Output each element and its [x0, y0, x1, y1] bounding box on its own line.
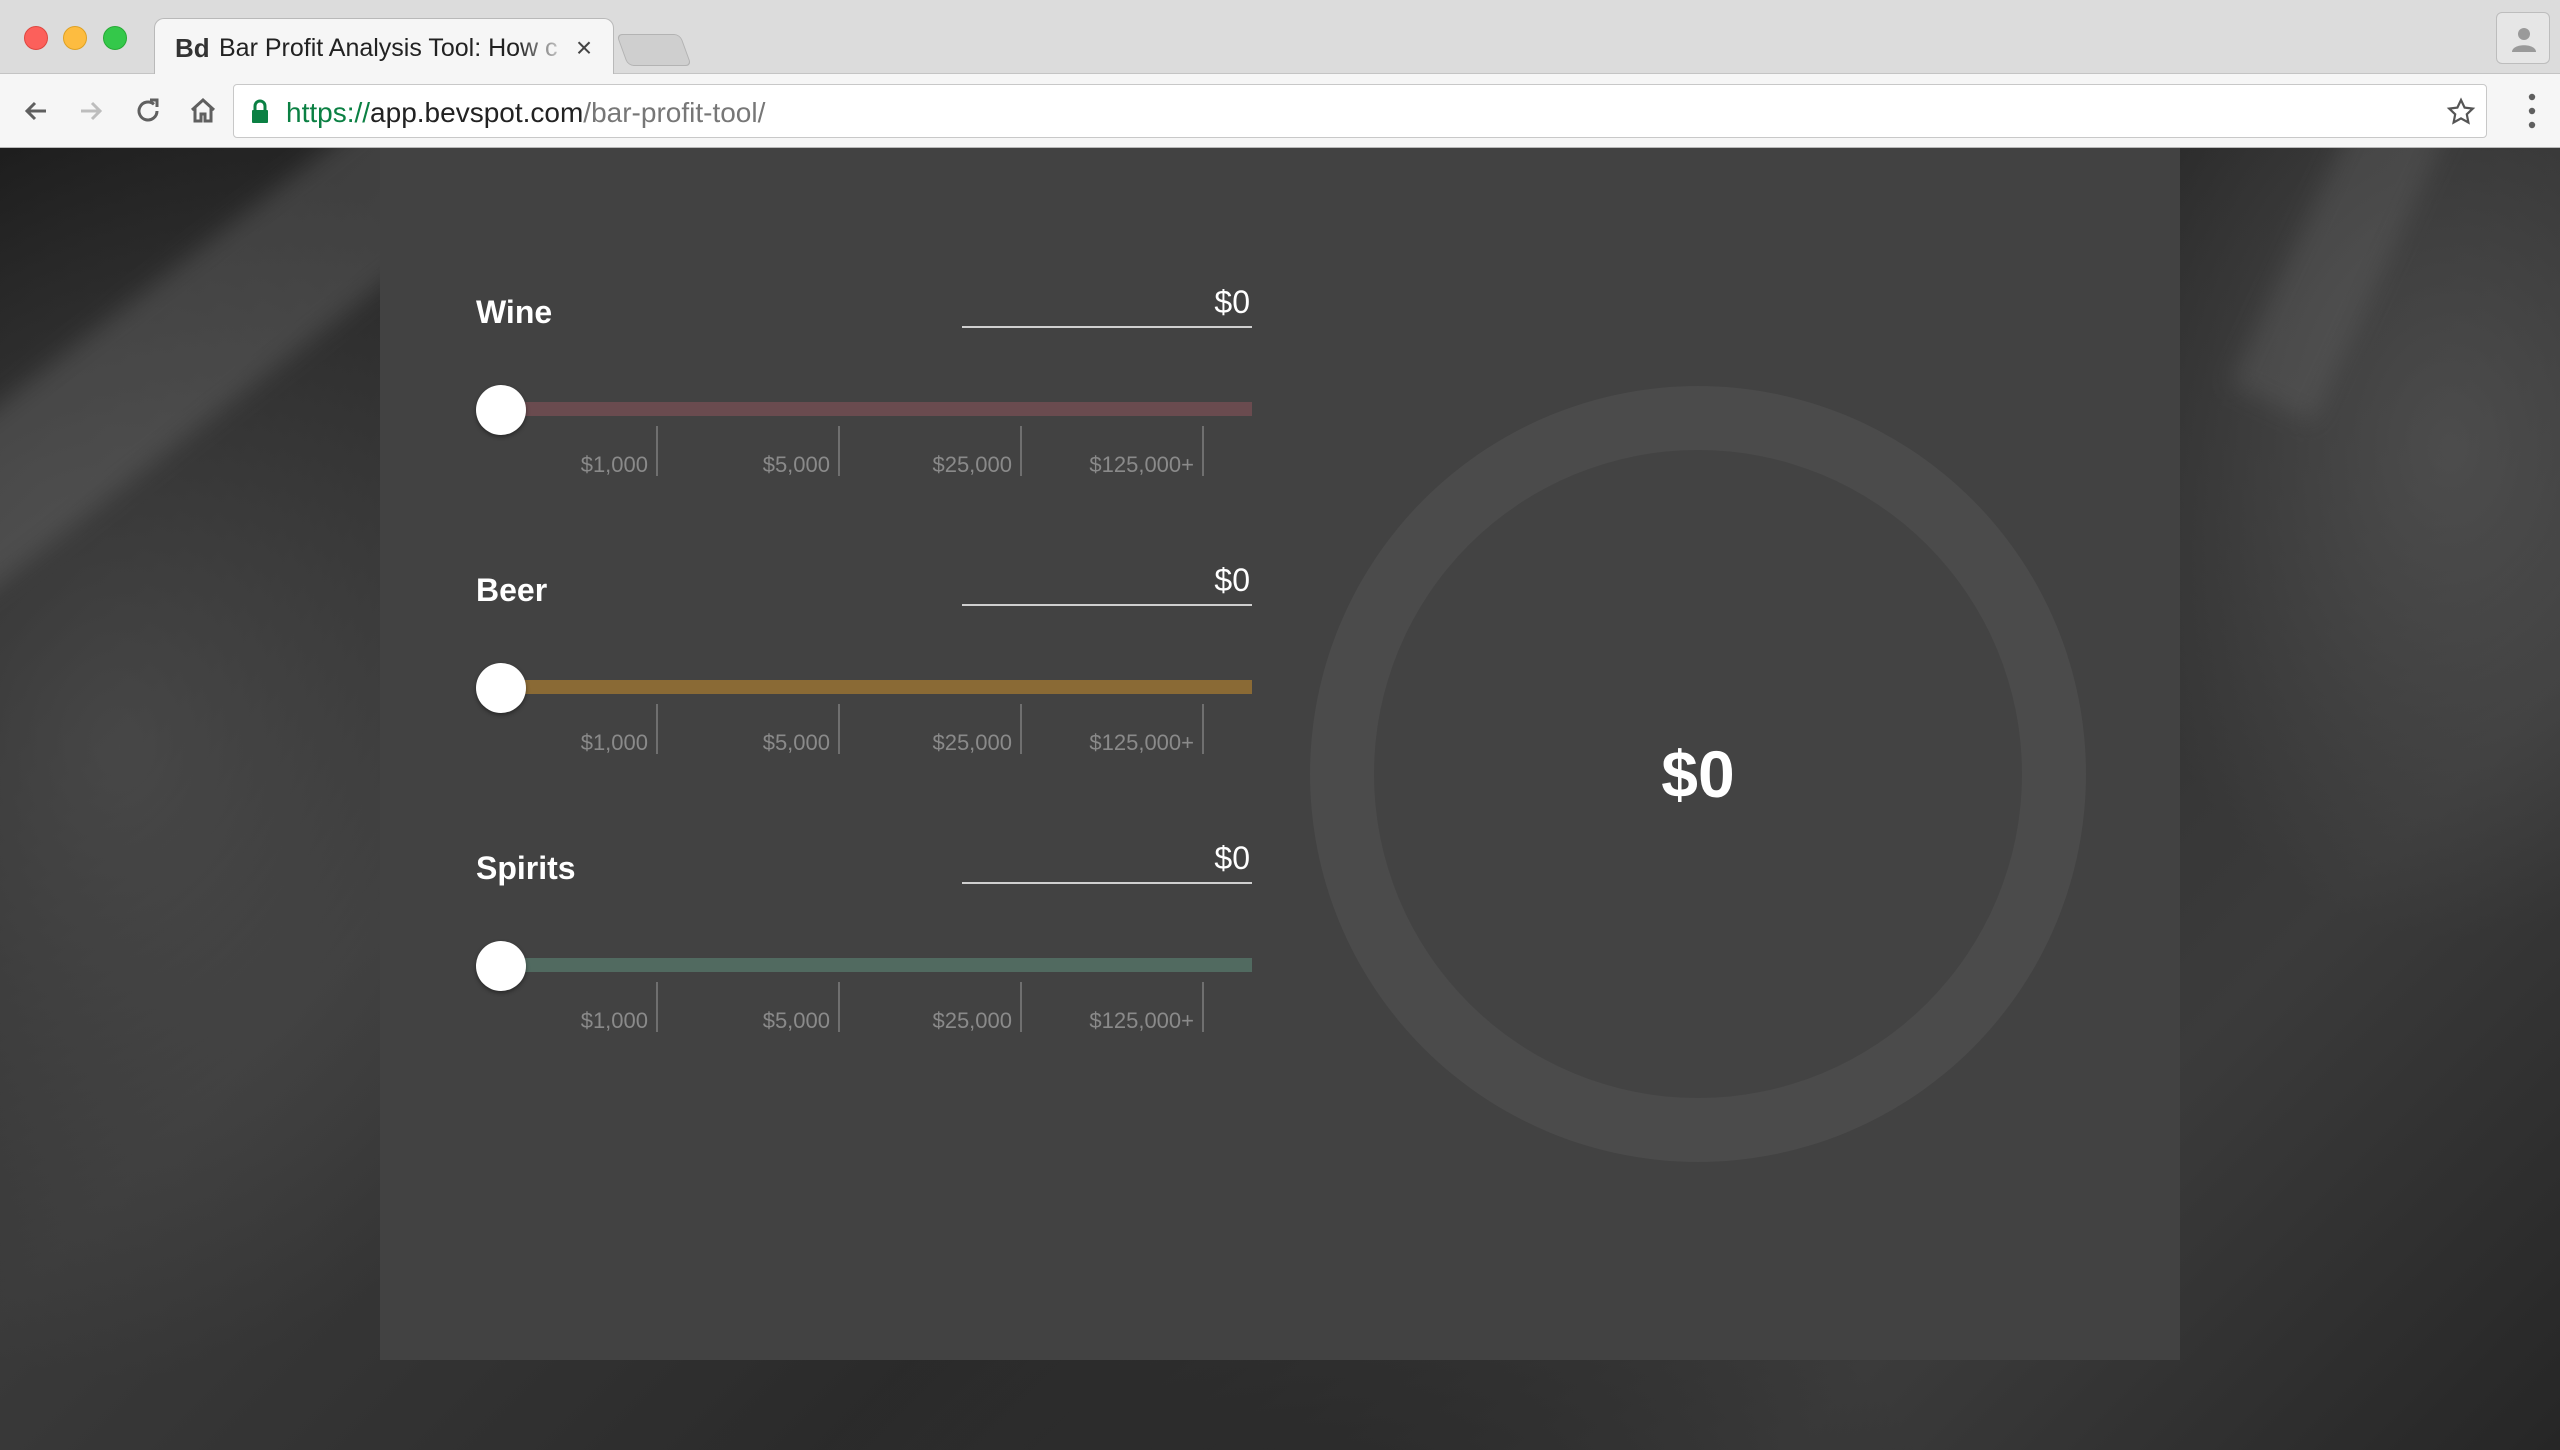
minimize-window-button[interactable]	[63, 26, 87, 50]
close-window-button[interactable]	[24, 26, 48, 50]
new-tab-button[interactable]	[616, 34, 692, 66]
spirits-slider-tick	[1202, 982, 1204, 1032]
spirits-tick-label: $25,000	[932, 1008, 1012, 1033]
person-icon	[2512, 28, 2536, 52]
forward-button[interactable]	[71, 91, 111, 131]
profile-button[interactable]	[2496, 12, 2550, 64]
page-viewport: Wine $0 $1,000 $5,000 $25,000 $125,000+ Beer $0…	[0, 148, 2560, 1450]
reload-icon	[137, 98, 159, 122]
home-button[interactable]	[183, 91, 223, 131]
url-text: https://app.bevspot.com/bar-profit-tool/	[286, 97, 765, 129]
wine-slider-tick	[656, 426, 658, 476]
background-photo-highlight	[2230, 148, 2490, 423]
wine-tick-label: $125,000+	[1089, 452, 1194, 477]
beer-tick-label: $25,000	[932, 730, 1012, 755]
tab-close-icon[interactable]: ×	[571, 32, 597, 63]
spirits-slider-thumb[interactable]	[476, 941, 526, 991]
zoom-window-button[interactable]	[103, 26, 127, 50]
beer-slider-tick	[656, 704, 658, 754]
browser-tab[interactable]: Bd Bar Profit Analysis Tool: How c ×	[154, 18, 614, 75]
home-icon	[190, 97, 216, 123]
spirits-tick-label: $125,000+	[1089, 1008, 1194, 1033]
back-button[interactable]	[16, 91, 56, 131]
spirits-slider-tick	[838, 982, 840, 1032]
wine-amount-input[interactable]: $0	[962, 280, 1252, 328]
wine-row: Wine $0 $1,000 $5,000 $25,000 $125,000+	[476, 254, 1252, 514]
browser-toolbar: https://app.bevspot.com/bar-profit-tool/	[0, 74, 2560, 148]
lock-icon	[252, 99, 268, 123]
spirits-label: Spirits	[476, 850, 576, 886]
spirits-amount-input[interactable]: $0	[962, 836, 1252, 884]
browser-tabstrip: Bd Bar Profit Analysis Tool: How c ×	[0, 0, 2560, 75]
beer-slider-thumb[interactable]	[476, 663, 526, 713]
kebab-menu-icon[interactable]	[2526, 91, 2538, 131]
reload-button[interactable]	[128, 91, 168, 131]
total-value: $0	[1661, 737, 1735, 811]
spirits-tick-label: $1,000	[580, 1008, 648, 1033]
beer-slider-tick	[1202, 704, 1204, 754]
beer-slider-tick	[1020, 704, 1022, 754]
url-host: app.bevspot.com	[370, 97, 584, 128]
wine-slider-tick	[1020, 426, 1022, 476]
address-bar[interactable]: https://app.bevspot.com/bar-profit-tool/	[233, 84, 2487, 138]
total-donut-chart: $0	[1310, 386, 2086, 1162]
beer-slider-tick	[838, 704, 840, 754]
beer-row: Beer $0 $1,000 $5,000 $25,000 $125,000+	[476, 532, 1252, 792]
url-scheme: https://	[286, 97, 371, 128]
spirits-tick-label: $5,000	[762, 1008, 830, 1033]
profit-calculator-panel: Wine $0 $1,000 $5,000 $25,000 $125,000+ Beer $0…	[380, 148, 2180, 1360]
beer-tick-label: $1,000	[580, 730, 648, 755]
spirits-slider-track[interactable]	[498, 958, 1252, 972]
forward-arrow-icon	[81, 101, 103, 121]
wine-slider-tick	[1202, 426, 1204, 476]
beer-slider-track[interactable]	[498, 680, 1252, 694]
tab-title: Bar Profit Analysis Tool: How c	[219, 33, 558, 62]
wine-label: Wine	[476, 294, 553, 330]
beer-amount-input[interactable]: $0	[962, 558, 1252, 606]
wine-tick-label: $25,000	[932, 452, 1012, 477]
url-path: /bar-profit-tool/	[583, 97, 766, 128]
wine-slider-track[interactable]	[498, 402, 1252, 416]
beer-tick-label: $5,000	[762, 730, 830, 755]
spirits-slider-tick	[1020, 982, 1022, 1032]
wine-tick-label: $5,000	[762, 452, 830, 477]
wine-slider-thumb[interactable]	[476, 385, 526, 435]
beer-tick-label: $125,000+	[1089, 730, 1194, 755]
back-arrow-icon	[24, 101, 46, 121]
beer-label: Beer	[476, 572, 548, 608]
spirits-row: Spirits $0 $1,000 $5,000 $25,000 $125,000+	[476, 810, 1252, 1070]
wine-slider-tick	[838, 426, 840, 476]
spirits-slider-tick	[656, 982, 658, 1032]
wine-tick-label: $1,000	[580, 452, 648, 477]
bookmark-star-icon[interactable]	[2446, 97, 2476, 127]
bevspot-favicon-icon: Bd	[175, 33, 210, 63]
